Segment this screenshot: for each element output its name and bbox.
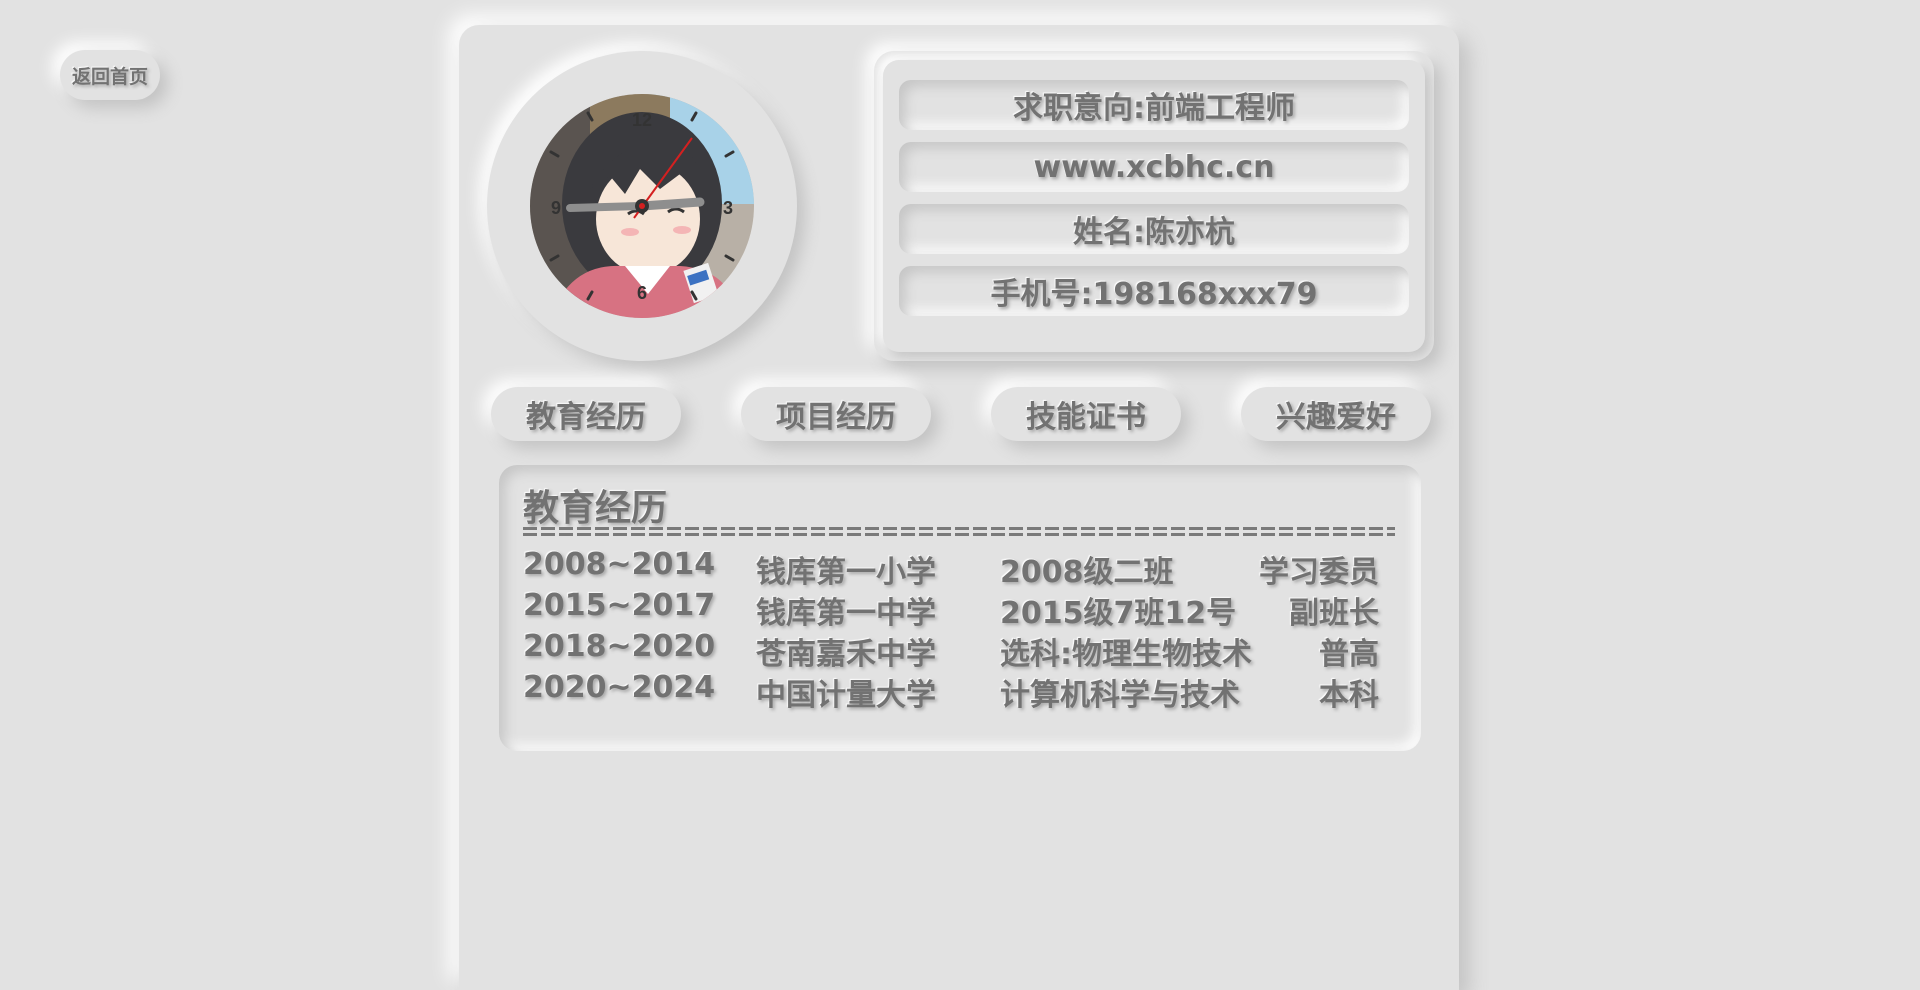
education-panel: 教育经历 2008~2014 钱库第一小学 2008级二班 学习委员 2015~… <box>499 465 1421 751</box>
education-class: 2015级7班12号 <box>1000 596 1237 631</box>
education-role: 副班长 <box>1289 596 1379 631</box>
clock-svg: 12 3 6 9 <box>530 94 754 318</box>
education-role: 学习委员 <box>1259 555 1379 590</box>
section-divider <box>523 525 1395 539</box>
website-url: www.xcbhc.cn <box>899 142 1409 192</box>
name-field: 姓名:陈亦杭 <box>899 204 1409 254</box>
education-role: 本科 <box>1319 678 1379 713</box>
education-class: 计算机科学与技术 <box>1000 678 1240 713</box>
education-school: 中国计量大学 <box>756 678 936 713</box>
education-period: 2018~2020 <box>523 629 716 664</box>
clock-minute-hand <box>637 197 705 211</box>
clock-hour-hand <box>566 202 646 212</box>
education-row: 2018~2020 苍南嘉禾中学 选科:物理生物技术 普高 <box>523 629 1395 672</box>
resume-card: 12 3 6 9 求职意向:前端工程师 www.xcbhc.cn 姓名:陈亦杭 … <box>459 25 1459 990</box>
job-intention: 求职意向:前端工程师 <box>899 80 1409 130</box>
education-row: 2015~2017 钱库第一中学 2015级7班12号 副班长 <box>523 588 1395 631</box>
tab-education[interactable]: 教育经历 <box>491 387 681 441</box>
education-row: 2008~2014 钱库第一小学 2008级二班 学习委员 <box>523 547 1395 590</box>
tab-certificates[interactable]: 技能证书 <box>991 387 1181 441</box>
education-school: 苍南嘉禾中学 <box>756 637 936 672</box>
education-role: 普高 <box>1319 637 1379 672</box>
education-class: 选科:物理生物技术 <box>1000 637 1252 672</box>
clock-face: 12 3 6 9 <box>530 94 754 318</box>
education-row: 2020~2024 中国计量大学 计算机科学与技术 本科 <box>523 670 1395 713</box>
tab-projects[interactable]: 项目经历 <box>741 387 931 441</box>
phone-field: 手机号:198168xxx79 <box>899 266 1409 316</box>
back-home-button[interactable]: 返回首页 <box>60 50 160 100</box>
info-panel: 求职意向:前端工程师 www.xcbhc.cn 姓名:陈亦杭 手机号:19816… <box>874 51 1434 361</box>
clock-numeral-6: 6 <box>637 283 647 303</box>
tab-hobbies[interactable]: 兴趣爱好 <box>1241 387 1431 441</box>
clock-numeral-12: 12 <box>632 110 652 130</box>
clock-numeral-3: 3 <box>723 198 733 218</box>
education-class: 2008级二班 <box>1000 555 1174 590</box>
education-school: 钱库第一中学 <box>756 596 936 631</box>
section-title: 教育经历 <box>523 488 668 529</box>
clock-numeral-9: 9 <box>551 198 561 218</box>
education-school: 钱库第一小学 <box>756 555 936 590</box>
education-period: 2008~2014 <box>523 547 716 582</box>
education-period: 2020~2024 <box>523 670 716 705</box>
education-period: 2015~2017 <box>523 588 716 623</box>
clock-container: 12 3 6 9 <box>487 51 797 361</box>
info-inner: 求职意向:前端工程师 www.xcbhc.cn 姓名:陈亦杭 手机号:19816… <box>883 60 1425 352</box>
